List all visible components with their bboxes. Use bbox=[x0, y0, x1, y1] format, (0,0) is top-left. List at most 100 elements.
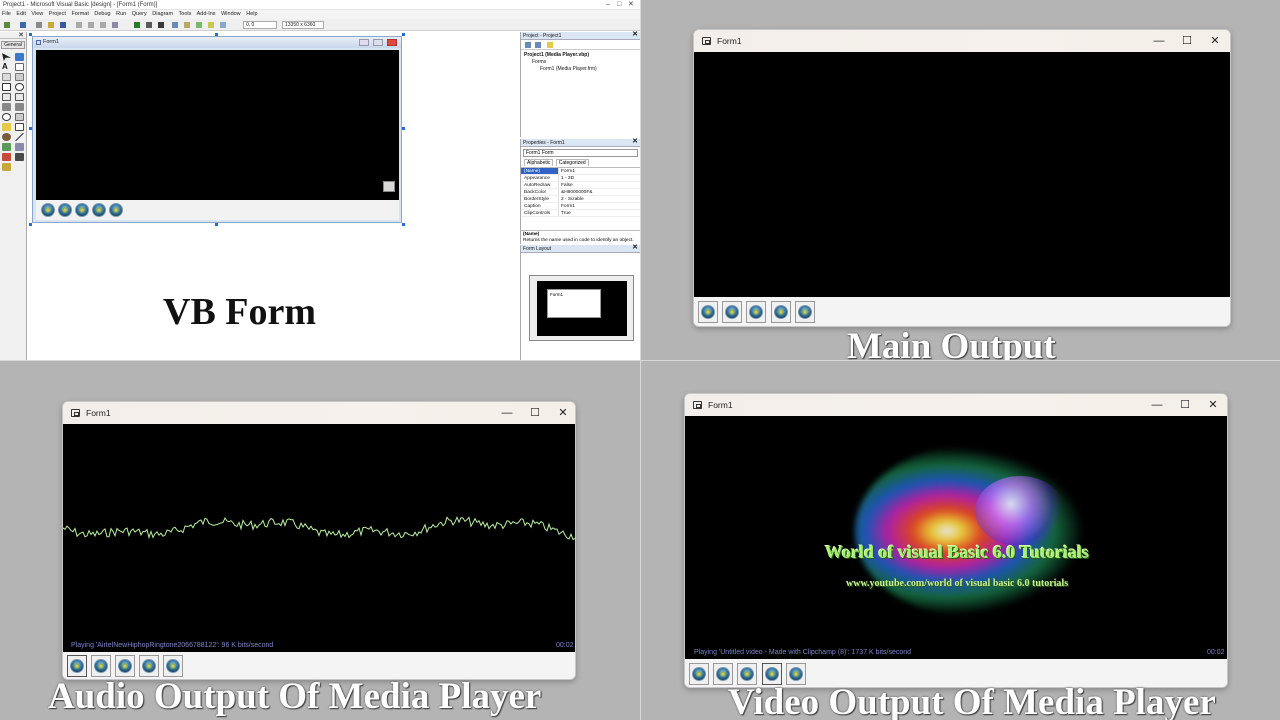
drivelistbox-icon[interactable] bbox=[15, 113, 24, 121]
designer-button-1[interactable] bbox=[41, 203, 55, 217]
dirlistbox-icon[interactable] bbox=[2, 123, 11, 131]
property-value[interactable]: Form1 bbox=[559, 203, 640, 209]
optionbutton-icon[interactable] bbox=[15, 83, 24, 91]
close-icon[interactable]: ✕ bbox=[1201, 30, 1229, 52]
minimize-icon[interactable]: — bbox=[493, 402, 521, 424]
view-code-icon[interactable] bbox=[525, 42, 531, 48]
resize-handle[interactable] bbox=[402, 33, 405, 36]
property-row[interactable]: BackColor &H8000000F& bbox=[521, 189, 640, 196]
menu-editor-icon[interactable] bbox=[36, 22, 42, 28]
designer-button-5[interactable] bbox=[109, 203, 123, 217]
combobox-icon[interactable] bbox=[2, 93, 11, 101]
toggle-folders-icon[interactable] bbox=[547, 42, 553, 48]
object-selector[interactable]: Form1 Form bbox=[523, 149, 638, 157]
paste-icon[interactable] bbox=[100, 22, 106, 28]
property-row[interactable]: (Name) Form1 bbox=[521, 168, 640, 175]
form-layout-icon[interactable] bbox=[196, 22, 202, 28]
open-audio-button[interactable] bbox=[774, 305, 788, 319]
menu-format[interactable]: Format bbox=[71, 11, 88, 17]
maximize-icon[interactable]: ☐ bbox=[1171, 394, 1199, 416]
tree-item-form1[interactable]: Form1 (Media Player.frm) bbox=[524, 66, 637, 73]
menu-help[interactable]: Help bbox=[246, 11, 257, 17]
save-icon[interactable] bbox=[60, 22, 66, 28]
pause-button[interactable] bbox=[94, 659, 108, 673]
stop-button[interactable] bbox=[118, 659, 132, 673]
play-button[interactable] bbox=[70, 659, 84, 673]
timer-icon[interactable] bbox=[2, 113, 11, 121]
pointer-icon[interactable] bbox=[2, 53, 11, 61]
menu-query[interactable]: Query bbox=[132, 11, 147, 17]
listbox-icon[interactable] bbox=[15, 93, 24, 101]
ole-icon[interactable] bbox=[2, 153, 11, 161]
cut-icon[interactable] bbox=[76, 22, 82, 28]
resize-handle[interactable] bbox=[402, 127, 405, 130]
stop-icon[interactable] bbox=[158, 22, 164, 28]
property-value[interactable]: True bbox=[559, 210, 640, 216]
media-player-screen[interactable]: World of visual Basic 6.0 Tutorials www.… bbox=[685, 416, 1227, 659]
tab-categorized[interactable]: Categorized bbox=[555, 159, 589, 166]
shape-icon[interactable] bbox=[2, 133, 11, 141]
line-icon[interactable] bbox=[15, 133, 24, 141]
open-video-button[interactable] bbox=[166, 659, 180, 673]
layout-form-preview[interactable]: Form1 bbox=[547, 289, 601, 318]
menu-file[interactable]: File bbox=[2, 11, 11, 17]
close-icon[interactable]: ✕ bbox=[628, 0, 634, 10]
open-audio-button[interactable] bbox=[765, 667, 779, 681]
property-value[interactable]: 1 - 3D bbox=[559, 175, 640, 181]
media-player-control[interactable] bbox=[36, 50, 399, 200]
resize-handle[interactable] bbox=[215, 223, 218, 226]
menu-diagram[interactable]: Diagram bbox=[152, 11, 173, 17]
minimize-icon[interactable]: — bbox=[1145, 30, 1173, 52]
minimize-icon[interactable]: — bbox=[1143, 394, 1171, 416]
toolbox-icon[interactable] bbox=[220, 22, 226, 28]
frame-icon[interactable] bbox=[2, 73, 11, 81]
tab-alphabetic[interactable]: Alphabetic bbox=[524, 159, 554, 166]
close-icon[interactable]: ✕ bbox=[549, 402, 575, 424]
property-value[interactable]: &H8000000F& bbox=[559, 189, 640, 195]
commandbutton-icon[interactable] bbox=[15, 73, 24, 81]
hscrollbar-icon[interactable] bbox=[2, 103, 11, 111]
add-project-icon[interactable] bbox=[4, 22, 10, 28]
property-value[interactable]: Form1 bbox=[559, 168, 640, 174]
resize-handle[interactable] bbox=[29, 223, 32, 226]
copy-icon[interactable] bbox=[88, 22, 94, 28]
stop-button[interactable] bbox=[740, 667, 754, 681]
close-icon[interactable]: ✕ bbox=[1199, 394, 1227, 416]
property-row[interactable]: Appearance 1 - 3D bbox=[521, 175, 640, 182]
menu-project[interactable]: Project bbox=[49, 11, 66, 17]
toolbox-tab-general[interactable]: General bbox=[1, 41, 25, 49]
media-player-screen[interactable] bbox=[694, 52, 1230, 297]
close-icon[interactable]: ✕ bbox=[18, 31, 24, 39]
stop-button[interactable] bbox=[749, 305, 763, 319]
checkbox-icon[interactable] bbox=[2, 83, 11, 91]
menu-debug[interactable]: Debug bbox=[94, 11, 110, 17]
designer-button-4[interactable] bbox=[92, 203, 106, 217]
image-icon[interactable] bbox=[2, 143, 11, 151]
property-row[interactable]: BorderStyle 2 - Sizable bbox=[521, 196, 640, 203]
resize-handle[interactable] bbox=[29, 127, 32, 130]
label-icon[interactable]: A bbox=[2, 63, 11, 71]
vscrollbar-icon[interactable] bbox=[15, 103, 24, 111]
menu-window[interactable]: Window bbox=[221, 11, 241, 17]
resize-handle[interactable] bbox=[29, 33, 32, 36]
open-audio-button[interactable] bbox=[142, 659, 156, 673]
property-row[interactable]: Caption Form1 bbox=[521, 203, 640, 210]
property-row[interactable]: AutoRedraw False bbox=[521, 182, 640, 189]
designer-form[interactable]: Form1 bbox=[32, 36, 402, 223]
tree-item-forms[interactable]: Forms bbox=[524, 59, 637, 66]
object-browser-icon[interactable] bbox=[208, 22, 214, 28]
property-row[interactable]: ClipControls True bbox=[521, 210, 640, 217]
start-icon[interactable] bbox=[134, 22, 140, 28]
open-video-button[interactable] bbox=[798, 305, 812, 319]
resize-handle[interactable] bbox=[215, 33, 218, 36]
maximize-icon[interactable]: ☐ bbox=[521, 402, 549, 424]
media-player-screen[interactable]: Playing 'AirtelNewHiphopRingtone20667881… bbox=[63, 424, 575, 652]
menu-view[interactable]: View bbox=[31, 11, 43, 17]
properties-window-icon[interactable] bbox=[184, 22, 190, 28]
property-value[interactable]: 2 - Sizable bbox=[559, 196, 640, 202]
filelistbox-icon[interactable] bbox=[15, 123, 24, 131]
maximize-icon[interactable]: ☐ bbox=[1173, 30, 1201, 52]
pause-button[interactable] bbox=[716, 667, 730, 681]
close-icon[interactable]: ✕ bbox=[632, 244, 638, 252]
media-player-tool-icon[interactable] bbox=[15, 153, 24, 161]
